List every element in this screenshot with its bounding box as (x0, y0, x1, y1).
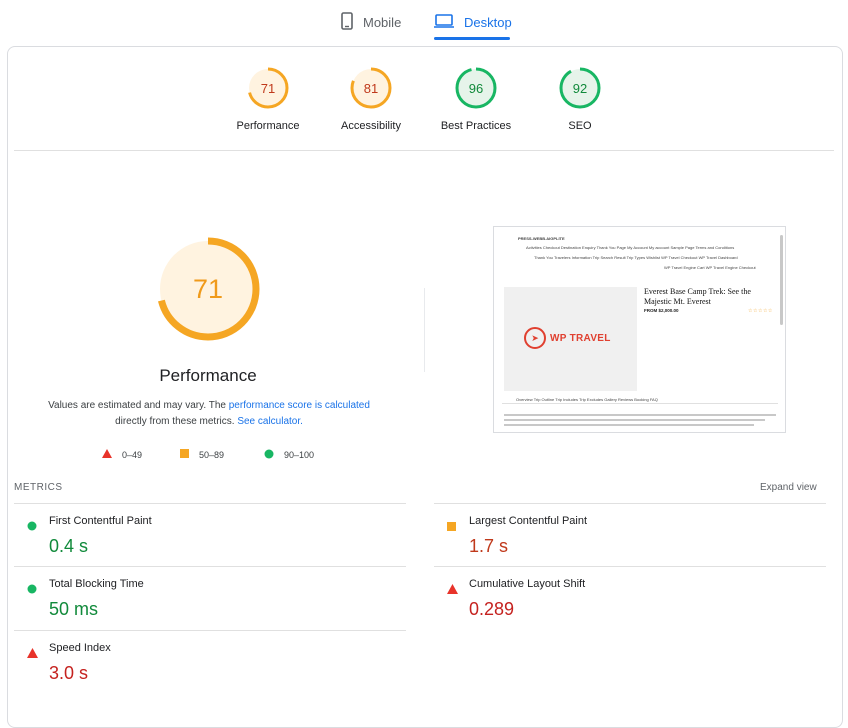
circle-icon (27, 518, 37, 536)
summary-label: Best Practices (440, 120, 512, 132)
phone-icon (341, 11, 353, 33)
triangle-icon (27, 645, 38, 663)
trip-title: Everest Base Camp Trek: See the Majestic… (644, 287, 751, 306)
summary-label: SEO (568, 120, 592, 132)
summary-score: 92 (573, 81, 587, 96)
metric-largest-contentful-paint: Largest Contentful Paint 1.7 s (434, 503, 826, 566)
triangle-icon (447, 581, 458, 599)
performance-gauge: 71 (154, 235, 262, 348)
tab-mobile[interactable]: Mobile (341, 8, 401, 36)
performance-description: Values are estimated and may vary. The p… (36, 398, 382, 430)
summary-gauge-performance[interactable]: 71 Performance (213, 66, 323, 132)
site-name: PRESS-WEBB.AIGPLITE (518, 236, 565, 241)
summary-divider (14, 150, 834, 151)
summary-score: 71 (261, 81, 275, 96)
metric-value: 3.0 s (49, 663, 89, 683)
metric-name: Largest Contentful Paint (469, 515, 588, 527)
score-ring: 81 (350, 67, 392, 109)
legend-range: 0–49 (122, 449, 143, 460)
trip-tab-labels: Overview Trip Outline Trip Includes Trip… (516, 397, 658, 402)
tab-desktop[interactable]: Desktop (434, 8, 512, 36)
metric-divider (14, 503, 406, 504)
metric-value: 0.289 (469, 599, 515, 619)
circle-icon (27, 581, 37, 599)
summary-gauge-accessibility[interactable]: 81 Accessibility (316, 66, 426, 132)
summary-label: Accessibility (341, 120, 401, 132)
score-calculation-link[interactable]: performance score is calculated (229, 400, 370, 411)
performance-title: Performance (159, 366, 257, 385)
summary-score: 96 (469, 81, 483, 96)
desc-text-2: directly from these metrics. (115, 416, 238, 427)
legend-pass: 90–100 (264, 449, 314, 461)
metric-divider (14, 566, 406, 567)
see-calculator-link[interactable]: See calculator. (237, 416, 303, 427)
wp-travel-logo: ➤ WP TRAVEL (524, 327, 611, 349)
performance-score: 71 (193, 274, 223, 304)
tab-desktop-label: Desktop (464, 14, 512, 30)
metric-value: 1.7 s (469, 536, 509, 556)
legend-average: 50–89 (180, 449, 224, 460)
site-nav-row: Activities Checkout Destination Enquiry … (526, 245, 735, 250)
tab-mobile-label: Mobile (363, 14, 402, 30)
metric-speed-index: Speed Index 3.0 s (14, 630, 406, 693)
site-nav-row: Thank You Travelers Information Trip Sea… (534, 255, 738, 260)
metric-total-blocking-time: Total Blocking Time 50 ms (14, 566, 406, 629)
circle-icon (264, 449, 274, 461)
laptop-icon (434, 13, 454, 31)
metric-name: Cumulative Layout Shift (469, 578, 586, 590)
square-icon (447, 518, 456, 536)
summary-label: Performance (236, 120, 300, 132)
metric-first-contentful-paint: First Contentful Paint 0.4 s (14, 503, 406, 566)
trip-description (504, 414, 776, 428)
legend-fail: 0–49 (102, 449, 142, 460)
trip-price: FROM $2,000.00 (644, 308, 679, 313)
metrics-heading: METRICS (14, 482, 63, 493)
rating-stars: ☆☆☆☆☆ (748, 308, 773, 314)
desc-text: Values are estimated and may vary. The (48, 400, 229, 411)
triangle-icon (102, 449, 112, 460)
legend-range: 50–89 (199, 449, 225, 460)
metric-name: Speed Index (49, 642, 111, 654)
scrollbar (780, 235, 783, 325)
device-tabs: Mobile Desktop (0, 0, 848, 44)
metric-value: 50 ms (49, 599, 99, 619)
metric-value: 0.4 s (49, 536, 89, 556)
metric-divider (434, 566, 826, 567)
metric-cumulative-layout-shift: Cumulative Layout Shift 0.289 (434, 566, 826, 629)
score-ring: 92 (559, 67, 601, 109)
summary-gauge-best-practices[interactable]: 96 Best Practices (421, 66, 531, 132)
metric-name: First Contentful Paint (49, 515, 152, 527)
vertical-divider (424, 288, 425, 372)
metric-divider (434, 503, 826, 504)
score-ring: 96 (455, 67, 497, 109)
legend-range: 90–100 (284, 450, 315, 460)
score-ring: 71 (247, 67, 289, 109)
expand-view-button[interactable]: Expand view (760, 482, 817, 493)
metric-name: Total Blocking Time (49, 578, 144, 590)
metric-divider (14, 630, 406, 631)
summary-score: 81 (364, 81, 378, 96)
logo-text: WP TRAVEL (550, 332, 611, 344)
page-screenshot: PRESS-WEBB.AIGPLITE Activities Checkout … (493, 226, 786, 433)
square-icon (180, 449, 189, 460)
summary-gauge-seo[interactable]: 92 SEO (525, 66, 635, 132)
site-nav-row: WP Travel Engine Cart WP Travel Engine C… (664, 265, 756, 270)
active-tab-indicator (434, 37, 510, 40)
logo-icon: ➤ (524, 327, 546, 349)
